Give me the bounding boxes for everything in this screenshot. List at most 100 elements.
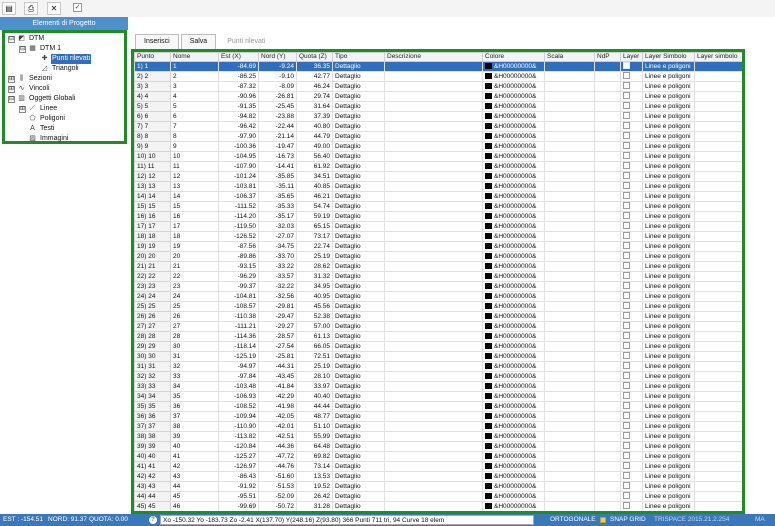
est-cell[interactable]: -107.90: [218, 161, 259, 172]
point-index-cell[interactable]: 19) 19: [134, 241, 171, 252]
nord-cell[interactable]: -23.88: [258, 111, 297, 122]
close-button[interactable]: ✕: [47, 2, 61, 15]
tree-item[interactable]: ⊞ ⟋ Linee: [19, 104, 58, 114]
table-row[interactable]: 24) 24 24 -104.81 -32.56 40.95 Dettaglio &H000…: [134, 291, 742, 302]
quota-cell[interactable]: 61.13: [296, 331, 333, 342]
color-cell[interactable]: &H00000000&: [482, 191, 545, 202]
nord-cell[interactable]: -16.73: [258, 151, 297, 162]
color-cell[interactable]: &H00000000&: [482, 141, 545, 152]
description-cell[interactable]: [384, 121, 483, 132]
layer-cell[interactable]: [620, 131, 643, 142]
name-cell[interactable]: 22: [170, 271, 219, 282]
quota-cell[interactable]: 61.92: [296, 161, 333, 172]
quota-cell[interactable]: 25.19: [296, 361, 333, 372]
point-index-cell[interactable]: 1) 1: [134, 61, 171, 72]
column-header[interactable]: Colore: [482, 52, 545, 62]
quota-cell[interactable]: 40.95: [296, 291, 333, 302]
type-cell[interactable]: Dettaglio: [332, 291, 385, 302]
type-cell[interactable]: Dettaglio: [332, 311, 385, 322]
point-index-cell[interactable]: 22) 22: [134, 271, 171, 282]
layer-symbol-cell[interactable]: Linee e poligoni: [642, 61, 695, 72]
scale-cell[interactable]: [544, 61, 595, 72]
tree-item[interactable]: ◿ Triangoli: [31, 64, 80, 74]
color-cell[interactable]: &H00000000&: [482, 411, 545, 422]
description-cell[interactable]: [384, 301, 483, 312]
point-index-cell[interactable]: 23) 23: [134, 281, 171, 292]
column-header[interactable]: Layer simbolo: [694, 52, 742, 62]
color-cell[interactable]: &H00000000&: [482, 151, 545, 162]
est-cell[interactable]: -100.36: [218, 141, 259, 152]
type-cell[interactable]: Dettaglio: [332, 121, 385, 132]
color-cell[interactable]: &H00000000&: [482, 231, 545, 242]
layer-cell[interactable]: [620, 461, 643, 472]
point-index-cell[interactable]: 16) 16: [134, 211, 171, 222]
scale-cell[interactable]: [544, 311, 595, 322]
type-cell[interactable]: Dettaglio: [332, 331, 385, 342]
layer-symbol-2-cell[interactable]: [694, 211, 742, 222]
collapse-icon[interactable]: ⊟: [8, 35, 15, 43]
layer-symbol-cell[interactable]: Linee e poligoni: [642, 151, 695, 162]
save-tab[interactable]: Salva: [180, 34, 217, 49]
description-cell[interactable]: [384, 221, 483, 232]
layer-symbol-cell[interactable]: Linee e poligoni: [642, 441, 695, 452]
layer-symbol-2-cell[interactable]: [694, 271, 742, 282]
quota-cell[interactable]: 13.53: [296, 471, 333, 482]
description-cell[interactable]: [384, 321, 483, 332]
point-index-cell[interactable]: 35) 35: [134, 401, 171, 412]
est-cell[interactable]: -118.14: [218, 341, 259, 352]
table-row[interactable]: 6) 6 6 -94.82 -23.88 37.39 Dettaglio &H0000000…: [134, 111, 742, 122]
layer-symbol-2-cell[interactable]: [694, 441, 742, 452]
type-cell[interactable]: Dettaglio: [332, 401, 385, 412]
est-cell[interactable]: -91.35: [218, 101, 259, 112]
type-cell[interactable]: Dettaglio: [332, 171, 385, 182]
color-cell[interactable]: &H00000000&: [482, 311, 545, 322]
point-index-cell[interactable]: 36) 36: [134, 411, 171, 422]
point-index-cell[interactable]: 18) 18: [134, 231, 171, 242]
color-cell[interactable]: &H00000000&: [482, 181, 545, 192]
name-cell[interactable]: 12: [170, 171, 219, 182]
layer-checkbox[interactable]: [623, 292, 630, 299]
layer-checkbox[interactable]: [623, 452, 630, 459]
layer-checkbox[interactable]: [623, 62, 630, 69]
quota-cell[interactable]: 31.32: [296, 271, 333, 282]
est-cell[interactable]: -87.56: [218, 241, 259, 252]
description-cell[interactable]: [384, 251, 483, 262]
color-cell[interactable]: &H00000000&: [482, 491, 545, 502]
layer-symbol-cell[interactable]: Linee e poligoni: [642, 231, 695, 242]
description-cell[interactable]: [384, 111, 483, 122]
layer-symbol-2-cell[interactable]: [694, 261, 742, 272]
point-index-cell[interactable]: 20) 20: [134, 251, 171, 262]
column-header[interactable]: Scala: [544, 52, 595, 62]
name-cell[interactable]: 19: [170, 241, 219, 252]
layer-symbol-2-cell[interactable]: [694, 101, 742, 112]
ndp-cell[interactable]: [594, 311, 621, 322]
layer-checkbox[interactable]: [623, 152, 630, 159]
layer-symbol-2-cell[interactable]: [694, 501, 742, 511]
est-cell[interactable]: -109.94: [218, 411, 259, 422]
scale-cell[interactable]: [544, 281, 595, 292]
ndp-cell[interactable]: [594, 191, 621, 202]
quota-cell[interactable]: 72.51: [296, 351, 333, 362]
quota-cell[interactable]: 34.51: [296, 171, 333, 182]
scale-cell[interactable]: [544, 441, 595, 452]
ndp-cell[interactable]: [594, 381, 621, 392]
ndp-cell[interactable]: [594, 281, 621, 292]
est-cell[interactable]: -126.97: [218, 461, 259, 472]
color-cell[interactable]: &H00000000&: [482, 91, 545, 102]
quota-cell[interactable]: 49.00: [296, 141, 333, 152]
type-cell[interactable]: Dettaglio: [332, 201, 385, 212]
type-cell[interactable]: Dettaglio: [332, 481, 385, 492]
ndp-cell[interactable]: [594, 71, 621, 82]
color-cell[interactable]: &H00000000&: [482, 271, 545, 282]
layer-cell[interactable]: [620, 361, 643, 372]
description-cell[interactable]: [384, 381, 483, 392]
point-index-cell[interactable]: 2) 2: [134, 71, 171, 82]
type-cell[interactable]: Dettaglio: [332, 211, 385, 222]
layer-symbol-2-cell[interactable]: [694, 291, 742, 302]
layer-cell[interactable]: [620, 481, 643, 492]
est-cell[interactable]: -86.43: [218, 471, 259, 482]
tree-item[interactable]: ⊞ ∿ Vincoli: [8, 84, 51, 94]
point-index-cell[interactable]: 38) 38: [134, 431, 171, 442]
layer-checkbox[interactable]: [623, 462, 630, 469]
table-row[interactable]: 41) 41 42 -126.97 -44.76 73.14 Dettaglio &H000…: [134, 461, 742, 472]
